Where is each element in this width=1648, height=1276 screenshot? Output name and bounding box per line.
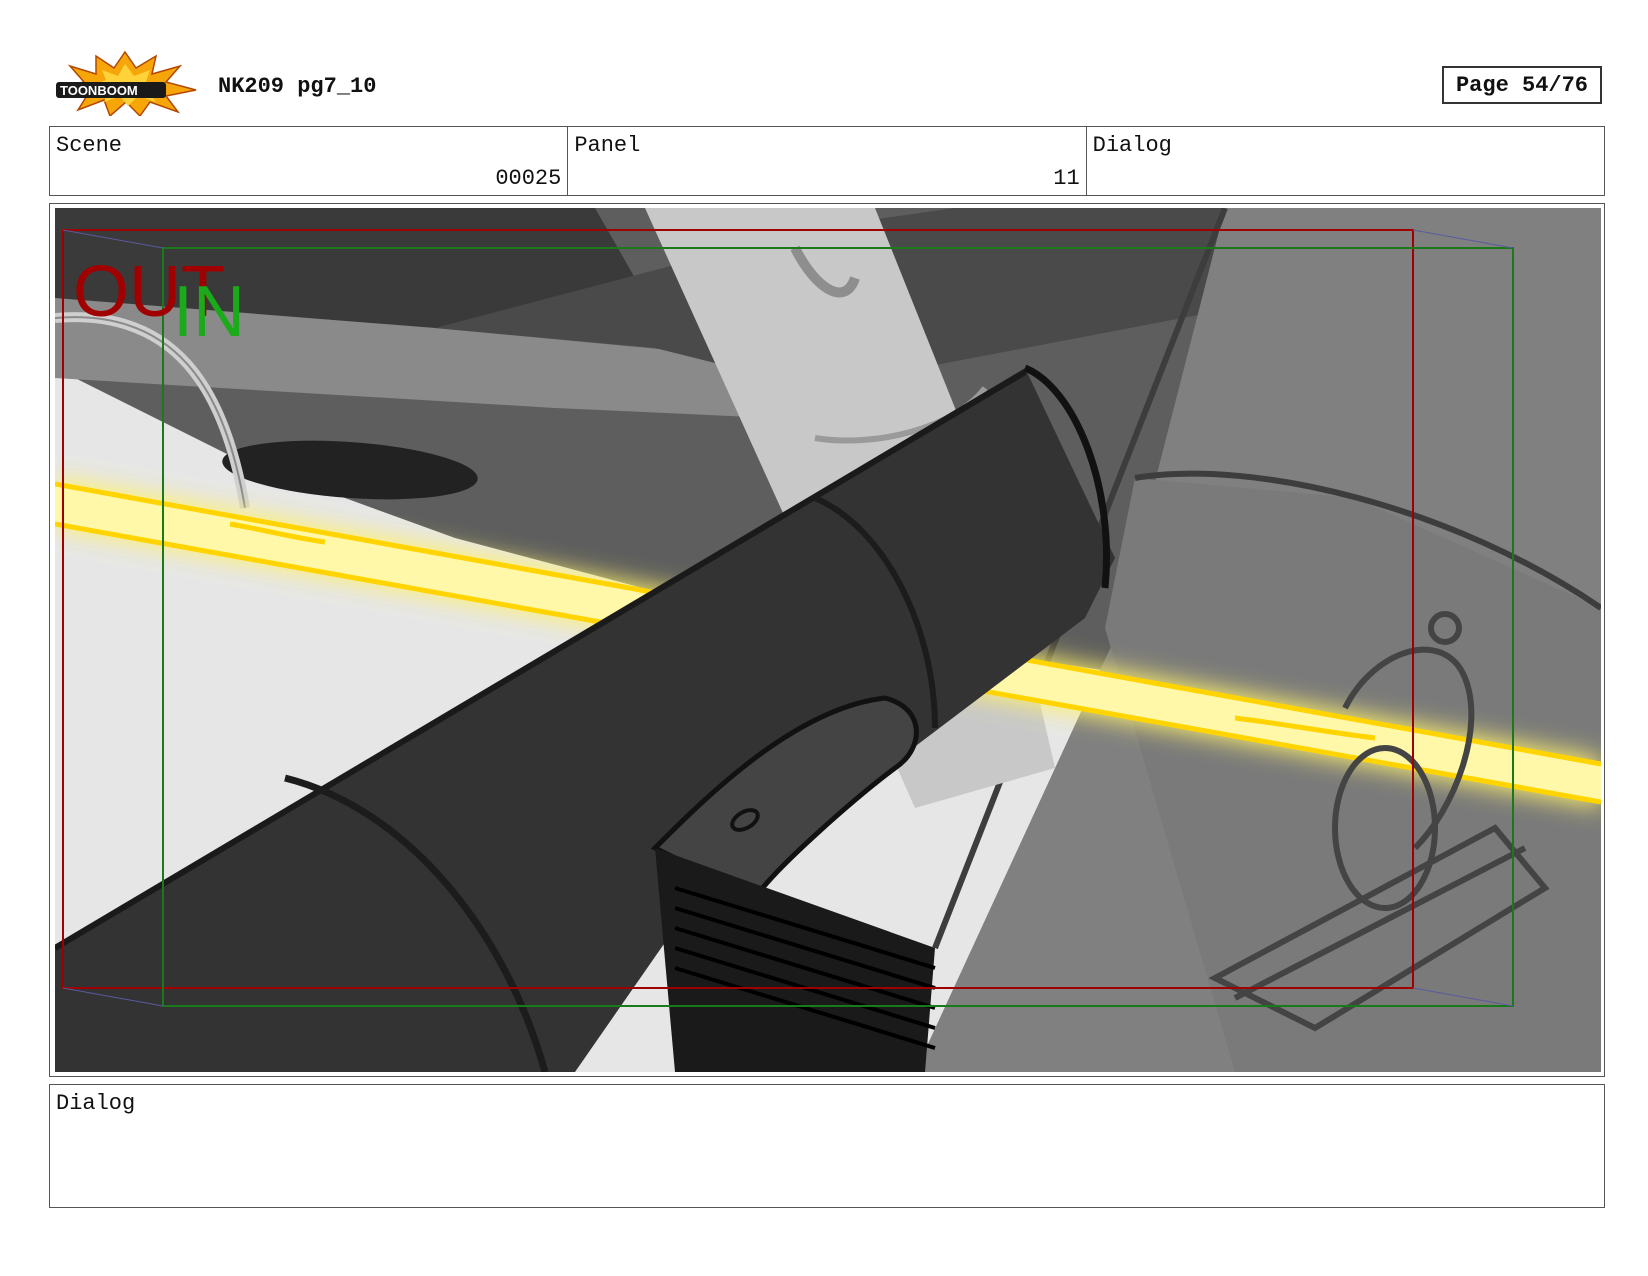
in-frame-label: IN <box>173 272 245 352</box>
document-title: NK209 pg7_10 <box>218 74 377 99</box>
storyboard-frame: OUT IN <box>49 203 1605 1077</box>
dialog-box: Dialog <box>49 1084 1605 1208</box>
panel-cell: Panel 11 <box>568 127 1087 195</box>
panel-value: 11 <box>1053 166 1080 191</box>
panel-label: Panel <box>574 133 641 158</box>
scene-label: Scene <box>56 133 123 158</box>
dialog-header-label: Dialog <box>1092 133 1172 158</box>
scene-cell: Scene 00025 <box>50 127 569 195</box>
toonboom-logo: TOONBOOM <box>52 50 198 118</box>
dialog-label: Dialog <box>56 1091 136 1116</box>
info-row: Scene 00025 Panel 11 Dialog <box>49 126 1605 196</box>
dialog-cell: Dialog <box>1087 127 1604 195</box>
page-indicator: Page 54/76 <box>1442 66 1602 104</box>
storyboard-drawing: OUT IN <box>55 208 1601 1072</box>
logo-text: TOONBOOM <box>60 83 138 98</box>
scene-value: 00025 <box>495 166 562 191</box>
